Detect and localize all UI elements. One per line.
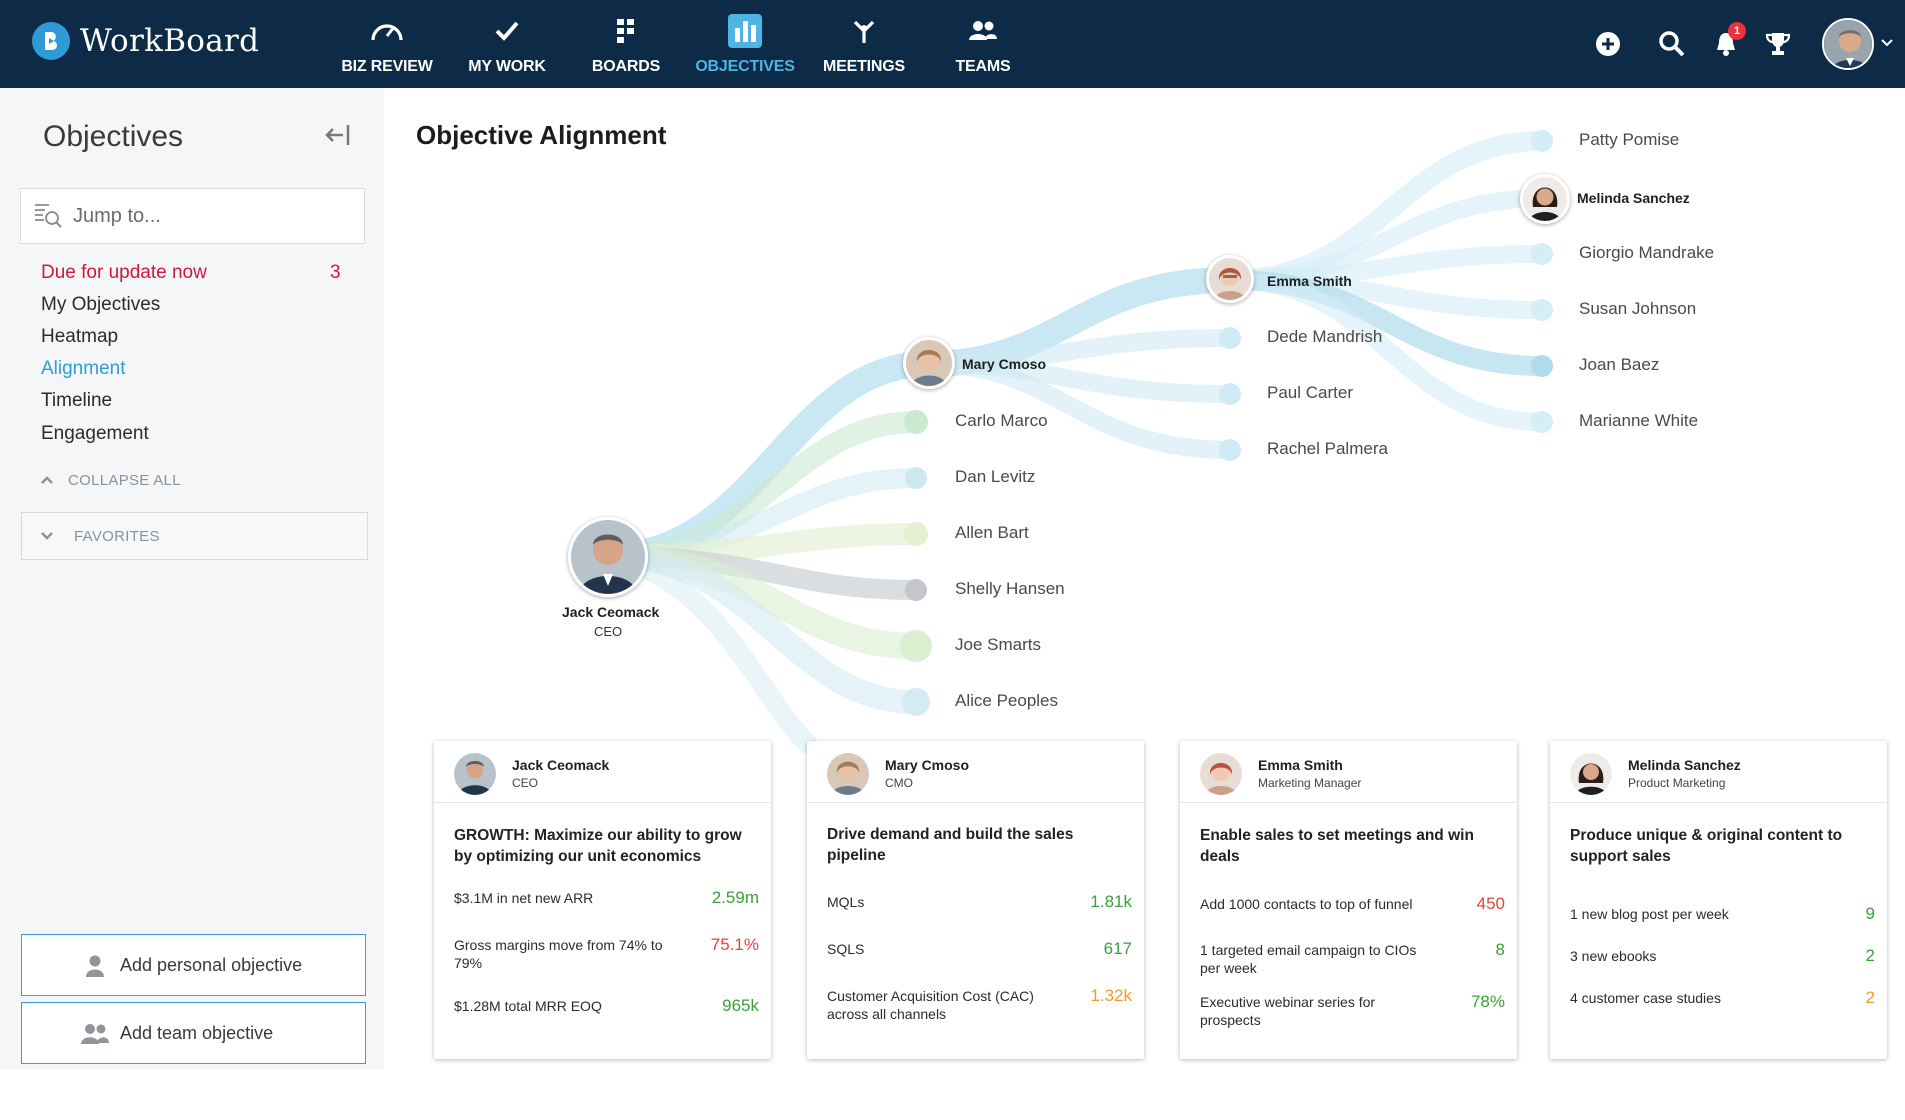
key-result: Gross margins move from 74% to 79% 75.1% [454,936,759,972]
owner-name: Jack Ceomack [512,757,610,773]
card-header: Emma Smith Marketing Manager [1180,741,1517,803]
tree-node-name: Shelly Hansen [955,579,1065,598]
tree-node-name: Marianne White [1579,411,1699,430]
key-result-value: 2 [1865,988,1875,1007]
tree-node-name: Paul Carter [1267,383,1353,402]
key-result-text: Add 1000 contacts to top of funnel [1200,896,1413,912]
tree-node-name: Dede Mandrish [1267,327,1383,346]
owner-name: Melinda Sanchez [1628,757,1741,773]
key-result-value: 617 [1103,939,1132,958]
leaf-node[interactable] [1531,299,1553,321]
tree-node-name: Melinda Sanchez [1577,190,1690,206]
owner-avatar [1200,753,1242,795]
owner-name: Emma Smith [1258,757,1343,773]
tree-node-name: Patty Pomise [1579,130,1680,149]
key-result-text: $3.1M in net new ARR [454,890,594,906]
objective-title: GROWTH: Maximize our ability to grow by … [454,827,742,865]
owner-avatar [827,753,869,795]
key-result: 1 new blog post per week 9 [1570,905,1875,923]
leaf-node[interactable] [1531,130,1553,152]
card-header: Jack Ceomack CEO [434,741,771,803]
tree-node-name: Joe Smarts [955,635,1041,654]
key-result-text: Gross margins move from 74% to 79% [454,937,663,971]
key-result-text: 1 targeted email campaign to CIOs per we… [1200,942,1417,976]
leaf-node[interactable] [902,688,930,716]
key-result-text: 4 customer case studies [1570,990,1721,1006]
key-result-value: 2 [1865,946,1875,965]
leaf-node[interactable] [1219,439,1241,461]
leaf-node[interactable] [905,467,927,489]
key-result: 3 new ebooks 2 [1570,947,1875,965]
owner-role: Marketing Manager [1258,776,1362,790]
key-result-value: 9 [1865,904,1875,923]
key-result-value: 2.59m [711,888,759,907]
leaf-node[interactable] [905,579,927,601]
key-result-value: 75.1% [710,935,759,954]
key-result: Add 1000 contacts to top of funnel 450 [1200,895,1505,913]
melinda-sanchez-avatar[interactable] [1520,174,1570,224]
key-result-text: 3 new ebooks [1570,948,1657,964]
tree-node-name: Joan Baez [1579,355,1660,374]
owner-role: Product Marketing [1628,776,1726,790]
key-result-text: $1.28M total MRR EOQ [454,998,602,1014]
key-result-text: Customer Acquisition Cost (CAC) across a… [827,988,1034,1022]
key-result: Executive webinar series for prospects 7… [1200,993,1505,1029]
root-node-role: CEO [594,624,623,639]
key-result: SQLS 617 [827,940,1132,958]
tree-node-name: Emma Smith [1267,273,1352,289]
objective-card[interactable]: Melinda Sanchez Product Marketing Produc… [1550,741,1887,1059]
objective-card[interactable]: Mary Cmoso CMO Drive demand and build th… [807,741,1144,1059]
emma-smith-avatar[interactable] [1206,255,1254,303]
card-header: Mary Cmoso CMO [807,741,1144,803]
key-result-value: 1.32k [1090,986,1132,1005]
leaf-node[interactable] [904,410,928,434]
key-result-value: 78% [1470,992,1505,1011]
tree-node-name: Rachel Palmera [1267,439,1388,458]
key-result-text: Executive webinar series for prospects [1200,994,1376,1028]
jack-ceomack-avatar[interactable] [568,517,648,597]
owner-avatar [454,753,496,795]
tree-node-name: Dan Levitz [955,467,1036,486]
mary-cmoso-avatar[interactable] [903,337,955,389]
leaf-node[interactable] [1219,383,1241,405]
key-result-text: 1 new blog post per week [1570,906,1729,922]
tree-node-name: Mary Cmoso [962,356,1047,372]
objective-title: Enable sales to set meetings and win dea… [1200,827,1474,865]
tree-node-name: Susan Johnson [1579,299,1697,318]
objective-card[interactable]: Jack Ceomack CEO GROWTH: Maximize our ab… [434,741,771,1059]
objective-title: Produce unique & original content to sup… [1570,827,1843,865]
key-result-value: 965k [722,996,759,1015]
leaf-node[interactable] [904,522,928,546]
key-result-value: 1.81k [1090,892,1132,911]
owner-role: CEO [512,776,539,790]
objective-title: Drive demand and build the sales pipelin… [827,826,1074,864]
key-result: 4 customer case studies 2 [1570,989,1875,1007]
leaf-node[interactable] [1531,243,1553,265]
key-result-value: 450 [1476,894,1505,913]
owner-name: Mary Cmoso [885,757,970,773]
tree-node-name: Carlo Marco [955,411,1048,430]
key-result: $3.1M in net new ARR 2.59m [454,889,759,907]
card-header: Melinda Sanchez Product Marketing [1550,741,1887,803]
key-result-text: MQLs [827,894,865,910]
key-result-value: 8 [1495,940,1505,959]
key-result: $1.28M total MRR EOQ 965k [454,997,759,1015]
root-node-name: Jack Ceomack [562,604,660,620]
key-result: Customer Acquisition Cost (CAC) across a… [827,987,1132,1023]
owner-avatar [1570,753,1612,795]
leaf-node[interactable] [1219,327,1241,349]
leaf-node[interactable] [900,630,932,662]
tree-node-name: Giorgio Mandrake [1579,243,1715,262]
tree-node-name: Allen Bart [955,523,1029,542]
leaf-node[interactable] [1531,411,1553,433]
leaf-node[interactable] [1531,355,1553,377]
owner-role: CMO [885,776,913,790]
objective-card[interactable]: Emma Smith Marketing Manager Enable sale… [1180,741,1517,1059]
key-result: MQLs 1.81k [827,893,1132,911]
key-result: 1 targeted email campaign to CIOs per we… [1200,941,1505,977]
key-result-text: SQLS [827,941,865,957]
tree-node-name: Alice Peoples [955,691,1059,710]
